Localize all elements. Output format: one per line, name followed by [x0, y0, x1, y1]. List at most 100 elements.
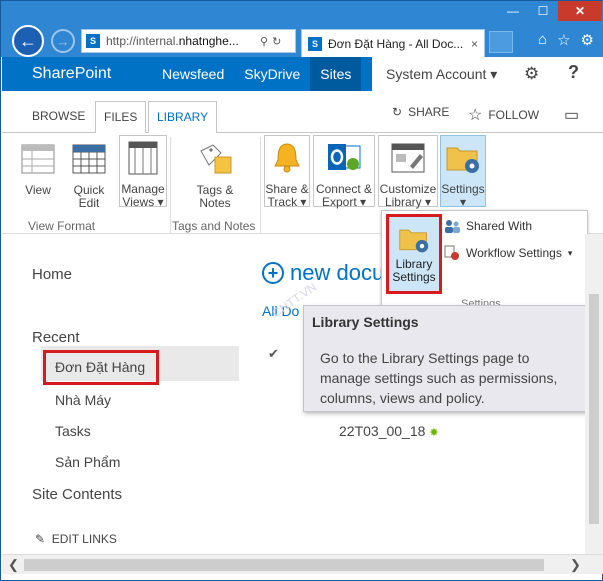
follow-star-icon: ☆ [468, 107, 483, 124]
home-icon[interactable]: ⌂ [538, 31, 547, 49]
document-name-label: 22T03_00_18 [339, 423, 426, 439]
quick-edit-grid-icon [72, 144, 106, 174]
close-button[interactable]: ✕ [558, 1, 602, 21]
minimize-button[interactable]: — [498, 1, 528, 21]
view-button[interactable]: View [18, 141, 58, 197]
library-settings-icon [399, 229, 429, 253]
account-menu[interactable]: System Account ▾ [372, 57, 512, 91]
quick-edit-label: Quick Edit [73, 183, 105, 210]
address-bar[interactable]: S http://internal.nhatnghe... ⚲ ↻ [81, 29, 296, 53]
browser-titlebar: — ☐ ✕ ← → S http://internal.nhatnghe... … [1, 1, 603, 57]
forward-arrow-icon: → [56, 33, 70, 49]
search-icon[interactable]: ⚲ [260, 35, 268, 48]
vertical-scroll-thumb[interactable] [589, 294, 599, 524]
sharepoint-brand[interactable]: SharePoint [32, 65, 111, 83]
quick-edit-button[interactable]: Quick Edit [66, 141, 112, 210]
group-label-tags-notes: Tags and Notes [172, 219, 256, 233]
maximize-button[interactable]: ☐ [528, 1, 558, 21]
tags-notes-button[interactable]: Tags & Notes [192, 141, 238, 210]
nav-recent: Recent [32, 329, 80, 346]
back-arrow-icon: ← [19, 30, 37, 51]
new-document-label: new docu [290, 260, 385, 285]
nav-home[interactable]: Home [32, 266, 72, 283]
share-track-button[interactable]: Share & Track ▾ [264, 135, 310, 209]
workflow-settings-menu-item[interactable]: Workflow Settings ▾ [444, 245, 572, 261]
settings-button[interactable]: Settings ▾ [440, 135, 486, 209]
vertical-scrollbar[interactable] [585, 234, 603, 554]
edit-links-button[interactable]: ✎ EDIT LINKS [35, 532, 117, 546]
horizontal-scrollbar[interactable]: ❮ ❯ [2, 554, 603, 574]
tooltip-body: Go to the Library Settings page to manag… [320, 350, 558, 406]
folder-gear-icon [446, 147, 479, 173]
horizontal-scroll-thumb[interactable] [24, 559, 544, 571]
window-controls: — ☐ ✕ [498, 1, 602, 21]
favorites-star-icon[interactable]: ☆ [557, 31, 570, 49]
scroll-right-icon[interactable]: ❯ [570, 557, 581, 573]
tab-close-icon[interactable]: × [471, 37, 478, 51]
library-settings-label: Library Settings [392, 257, 436, 284]
refresh-icon[interactable]: ↻ [272, 35, 281, 48]
browser-tools: ⌂ ☆ ⚙ [538, 31, 594, 49]
shared-with-label: Shared With [466, 219, 533, 233]
tab-library[interactable]: LIBRARY [148, 101, 218, 134]
library-settings-menu-item[interactable]: Library Settings [386, 214, 442, 294]
view-label: View [25, 183, 51, 197]
customize-library-button[interactable]: Customize Library ▾ [378, 135, 438, 209]
browser-tab-active[interactable]: S Đơn Đặt Hàng - All Doc... × [301, 29, 485, 57]
new-item-icon: ✸ [429, 427, 439, 439]
library-settings-tooltip: Library Settings Go to the Library Setti… [303, 305, 587, 412]
focus-content-icon[interactable]: ▭ [564, 105, 579, 125]
manage-views-button[interactable]: Manage Views ▾ [119, 135, 167, 209]
bell-icon [274, 143, 300, 173]
settings-label: Settings [441, 182, 485, 196]
follow-label: FOLLOW [488, 108, 540, 122]
back-button[interactable]: ← [12, 25, 44, 57]
forward-button[interactable]: → [51, 29, 75, 53]
share-label: SHARE [408, 105, 450, 119]
connect-export-button[interactable]: Connect & Export ▾ [313, 135, 375, 209]
pencil-icon: ✎ [35, 532, 46, 546]
tooltip-title: Library Settings [312, 314, 419, 330]
outlook-icon [328, 144, 361, 170]
help-icon[interactable]: ? [568, 62, 579, 83]
tools-gear-icon[interactable]: ⚙ [581, 31, 594, 49]
quick-launch: Home Recent Đơn Đặt Hàng Nhà Máy Tasks S… [1, 234, 241, 564]
new-tab-button[interactable] [489, 31, 513, 53]
document-row-name[interactable]: 22T03_00_18 ✸ [339, 423, 439, 439]
follow-button[interactable]: ☆ FOLLOW [468, 105, 539, 125]
nav-site-contents[interactable]: Site Contents [32, 486, 122, 503]
share-icon: ↻ [392, 105, 403, 119]
suite-bar: SharePoint Newsfeed SkyDrive Sites Syste… [2, 57, 603, 91]
group-label-view-format: View Format [28, 219, 96, 233]
share-button[interactable]: ↻ SHARE [392, 105, 449, 119]
shared-with-menu-item[interactable]: Shared With [444, 219, 532, 233]
shared-with-people-icon [445, 220, 460, 233]
share-track-label: Share & Track ▾ [265, 182, 309, 209]
tab-files[interactable]: FILES [95, 101, 147, 133]
tags-notes-icon [200, 144, 232, 174]
workflow-icon [444, 245, 459, 260]
plus-icon: + [262, 262, 284, 284]
new-document-link[interactable]: + new docu [262, 260, 384, 286]
sharepoint-site-icon: S [86, 34, 100, 48]
suite-link-skydrive[interactable]: SkyDrive [234, 57, 310, 91]
ribbon-tabs: BROWSE FILES LIBRARY ↻ SHARE ☆ FOLLOW ▭ [2, 91, 603, 134]
suite-links: Newsfeed SkyDrive Sites [152, 57, 362, 91]
sharepoint-tab-icon: S [308, 36, 322, 51]
settings-dropdown-arrow-icon: ▾ [459, 195, 467, 209]
customize-library-label: Customize Library ▾ [379, 182, 437, 209]
suite-link-newsfeed[interactable]: Newsfeed [152, 57, 234, 91]
scroll-left-icon[interactable]: ❮ [8, 557, 19, 573]
select-all-check-icon[interactable]: ✔ [268, 346, 279, 362]
view-icon [21, 144, 55, 174]
nav-item-tasks[interactable]: Tasks [55, 423, 91, 439]
manage-views-label: Manage Views ▾ [121, 182, 165, 209]
suite-link-sites[interactable]: Sites [310, 57, 362, 91]
nav-item-nha-may[interactable]: Nhà Máy [55, 392, 111, 408]
tab-browse[interactable]: BROWSE [24, 101, 93, 133]
settings-gear-icon[interactable]: ⚙ [524, 64, 539, 84]
address-url: http://internal.nhatnghe... [106, 34, 239, 48]
edit-links-label: EDIT LINKS [51, 532, 117, 546]
ribbon-separator [170, 137, 171, 233]
nav-item-san-pham[interactable]: Sản Phẩm [55, 454, 120, 470]
